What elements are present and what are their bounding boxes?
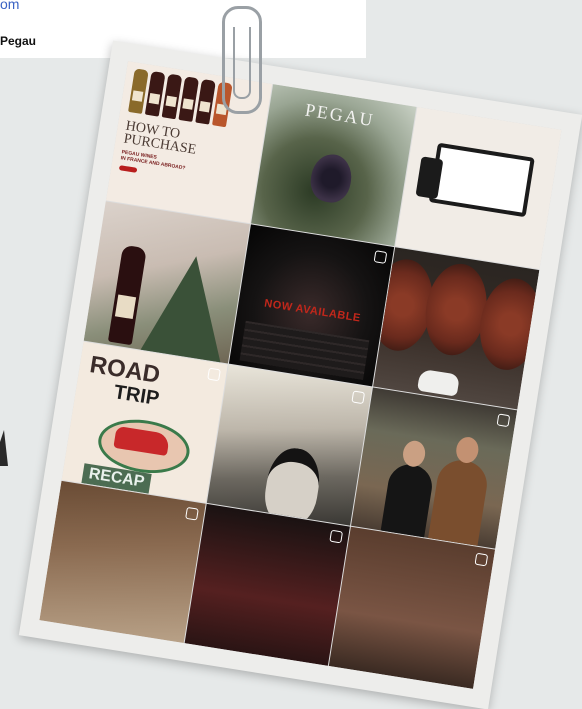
- post-christmas-bottle[interactable]: [83, 201, 250, 363]
- christmas-tree: [130, 248, 244, 363]
- grape-cluster: [307, 151, 355, 206]
- profile-name: Pegau: [0, 34, 37, 48]
- reel-icon: [329, 530, 344, 544]
- post-grid: HOW TO PURCHASE PEGAU WINES IN FRANCE AN…: [39, 61, 562, 689]
- reel-icon: [184, 507, 199, 521]
- post-website-devices[interactable]: [395, 107, 562, 269]
- person-right: [426, 456, 491, 549]
- white-dog: [417, 368, 461, 397]
- post-vineyard-grapes[interactable]: PEGAU: [250, 84, 417, 246]
- person-right-head: [454, 435, 481, 465]
- header-card: om Pegau: [0, 0, 366, 58]
- post-couple-restaurant[interactable]: [351, 387, 518, 549]
- reel-icon: [474, 552, 489, 567]
- dark-corner-shape: [0, 430, 8, 466]
- post-road-trip-recap[interactable]: ROAD TRIP RECAP: [61, 341, 228, 503]
- cta-pill: [118, 165, 138, 173]
- reel-icon: [351, 389, 366, 404]
- instagram-grid-printout: HOW TO PURCHASE PEGAU WINES IN FRANCE AN…: [18, 40, 582, 709]
- post-harvest[interactable]: [39, 481, 206, 643]
- post-now-available[interactable]: NOW AVAILABLE: [228, 224, 395, 386]
- post-bottles-closeup[interactable]: [184, 504, 351, 666]
- reel-icon: [373, 249, 388, 264]
- now-available-text: NOW AVAILABLE: [263, 297, 362, 325]
- pegau-logo-text: PEGAU: [303, 99, 376, 131]
- bottle-lineup: [128, 68, 233, 128]
- paperclip: [222, 6, 262, 114]
- person-left-head: [401, 438, 428, 468]
- post-portrait-bw[interactable]: [206, 364, 373, 526]
- reel-icon: [206, 367, 221, 381]
- profile-link[interactable]: om: [0, 0, 19, 12]
- post-woman-portrait[interactable]: [329, 527, 496, 689]
- reel-icon: [496, 412, 511, 427]
- post-cellar-dog[interactable]: [373, 247, 540, 409]
- laptop-mockup: [428, 142, 536, 218]
